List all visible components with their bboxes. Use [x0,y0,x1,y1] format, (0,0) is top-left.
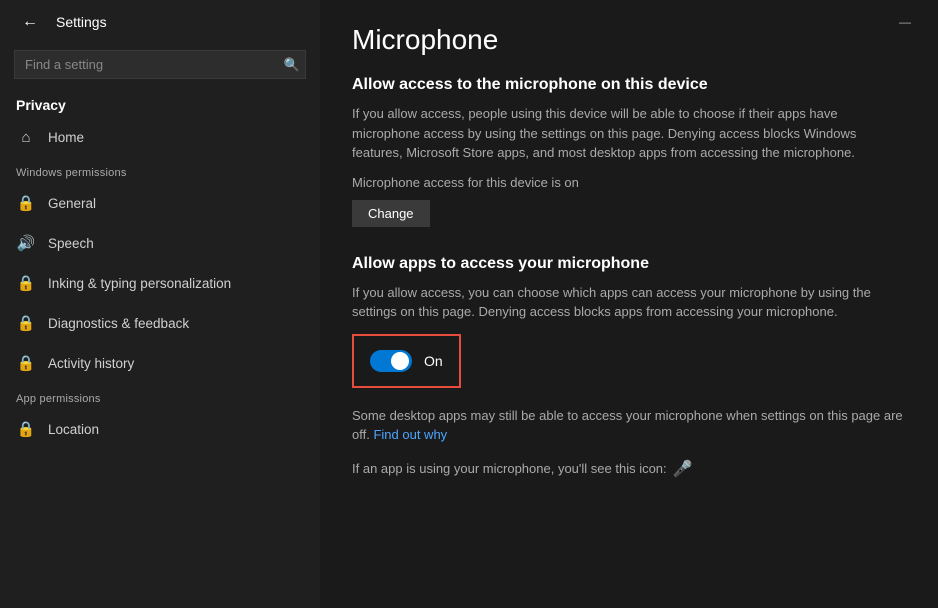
device-status: Microphone access for this device is on [352,175,906,190]
activity-icon: 🔒 [16,353,36,373]
back-button[interactable]: ← [16,8,44,36]
diagnostics-icon: 🔒 [16,313,36,333]
app-permissions-label: App permissions [0,383,320,409]
footer-note: Some desktop apps may still be able to a… [352,406,906,445]
sidebar-item-location[interactable]: 🔒 Location [0,409,320,449]
allow-apps-description: If you allow access, you can choose whic… [352,283,906,322]
sidebar-item-speech[interactable]: 🔊 Speech [0,223,320,263]
windows-permissions-label: Windows permissions [0,157,320,183]
toggle-label: On [424,353,443,369]
home-icon: ⌂ [16,127,36,147]
sidebar-item-speech-label: Speech [48,236,94,251]
sidebar-item-activity-label: Activity history [48,356,134,371]
sidebar: ← Settings 🔍 Privacy ⌂ Home Windows perm… [0,0,320,608]
sidebar-item-inking-label: Inking & typing personalization [48,276,231,291]
sidebar-title-label: Settings [56,14,107,30]
sidebar-item-activity[interactable]: 🔒 Activity history [0,343,320,383]
icon-note-text: If an app is using your microphone, you'… [352,461,667,476]
general-icon: 🔒 [16,193,36,213]
main-content: — Microphone Allow access to the microph… [320,0,938,608]
inking-icon: 🔒 [16,273,36,293]
sidebar-item-general[interactable]: 🔒 General [0,183,320,223]
search-input[interactable] [14,50,306,79]
privacy-label: Privacy [0,89,320,117]
microphone-toggle-area[interactable]: On [352,334,461,388]
sidebar-item-home-label: Home [48,130,84,145]
titlebar-controls: — [882,8,928,36]
find-out-why-link[interactable]: Find out why [373,427,447,442]
allow-access-heading: Allow access to the microphone on this d… [352,76,906,94]
search-box: 🔍 [14,50,306,79]
sidebar-item-diagnostics-label: Diagnostics & feedback [48,316,189,331]
search-icon[interactable]: 🔍 [284,57,300,73]
toggle-knob [391,352,409,370]
minimize-button[interactable]: — [882,8,928,36]
microphone-icon: 🎤 [673,459,693,479]
icon-note: If an app is using your microphone, you'… [352,459,906,479]
sidebar-item-location-label: Location [48,422,99,437]
sidebar-item-inking[interactable]: 🔒 Inking & typing personalization [0,263,320,303]
allow-apps-heading: Allow apps to access your microphone [352,255,906,273]
page-title: Microphone [352,24,906,56]
speech-icon: 🔊 [16,233,36,253]
toggle-switch[interactable] [370,350,412,372]
sidebar-header: ← Settings [0,0,320,44]
sidebar-item-home[interactable]: ⌂ Home [0,117,320,157]
sidebar-item-diagnostics[interactable]: 🔒 Diagnostics & feedback [0,303,320,343]
allow-access-description: If you allow access, people using this d… [352,104,906,163]
change-button[interactable]: Change [352,200,430,227]
sidebar-item-general-label: General [48,196,96,211]
location-icon: 🔒 [16,419,36,439]
